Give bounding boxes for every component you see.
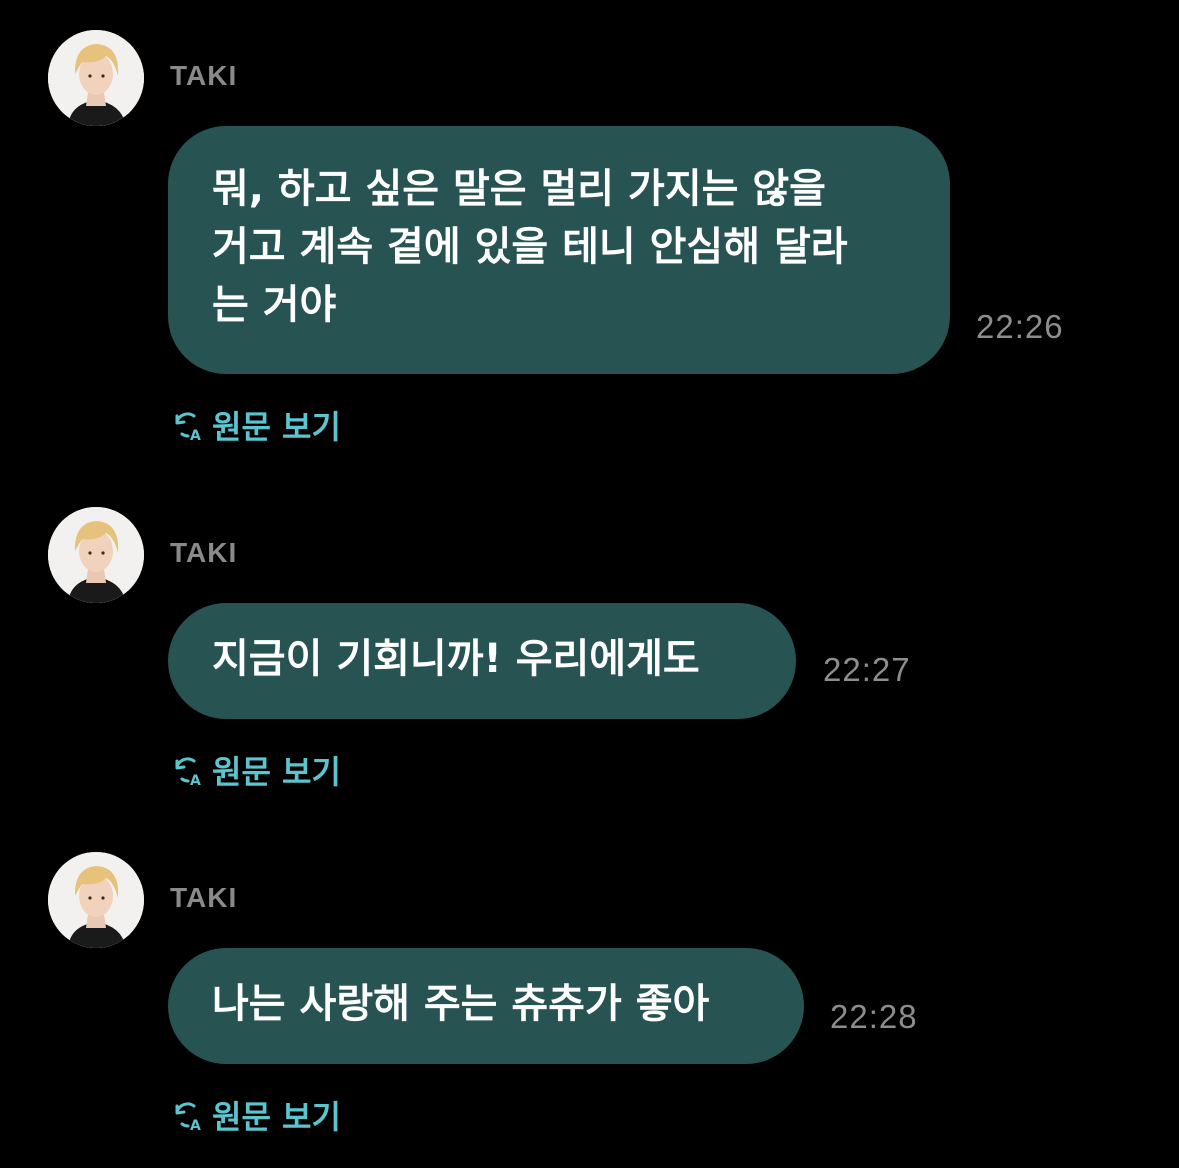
chat-message: TAKI 나는 사랑해 주는 츄츄가 좋아 22:28 A 원문 보기 bbox=[0, 852, 1179, 1152]
translate-refresh-icon: A bbox=[170, 752, 206, 788]
message-bubble[interactable]: 지금이 기회니까! 우리에게도 bbox=[168, 603, 796, 719]
svg-text:A: A bbox=[190, 773, 201, 788]
message-bubble[interactable]: 뭐, 하고 싶은 말은 멀리 가지는 않을 거고 계속 곁에 있을 테니 안심해… bbox=[168, 126, 950, 374]
svg-text:A: A bbox=[190, 428, 201, 443]
sender-name: TAKI bbox=[170, 60, 238, 91]
message-time: 22:26 bbox=[976, 308, 1064, 345]
view-original-label: 원문 보기 bbox=[212, 1098, 341, 1136]
message-time: 22:28 bbox=[830, 998, 918, 1035]
view-original-label: 원문 보기 bbox=[212, 408, 341, 446]
translate-refresh-icon: A bbox=[170, 407, 206, 443]
sender-name: TAKI bbox=[170, 882, 238, 913]
message-time: 22:27 bbox=[823, 651, 911, 688]
profile-photo-icon bbox=[48, 30, 144, 126]
avatar[interactable] bbox=[48, 507, 144, 603]
translate-refresh-icon: A bbox=[170, 1097, 206, 1133]
svg-text:A: A bbox=[190, 1118, 201, 1133]
avatar[interactable] bbox=[48, 852, 144, 948]
sender-name: TAKI bbox=[170, 537, 238, 568]
view-original-button[interactable]: A 원문 보기 bbox=[170, 402, 341, 448]
view-original-button[interactable]: A 원문 보기 bbox=[170, 747, 341, 793]
view-original-label: 원문 보기 bbox=[212, 753, 341, 791]
chat-message: TAKI 지금이 기회니까! 우리에게도 22:27 A 원문 보기 bbox=[0, 507, 1179, 807]
avatar[interactable] bbox=[48, 30, 144, 126]
profile-photo-icon bbox=[48, 852, 144, 948]
profile-photo-icon bbox=[48, 507, 144, 603]
message-bubble[interactable]: 나는 사랑해 주는 츄츄가 좋아 bbox=[168, 948, 804, 1064]
view-original-button[interactable]: A 원문 보기 bbox=[170, 1092, 341, 1138]
chat-message: TAKI 뭐, 하고 싶은 말은 멀리 가지는 않을 거고 계속 곁에 있을 테… bbox=[0, 30, 1179, 450]
